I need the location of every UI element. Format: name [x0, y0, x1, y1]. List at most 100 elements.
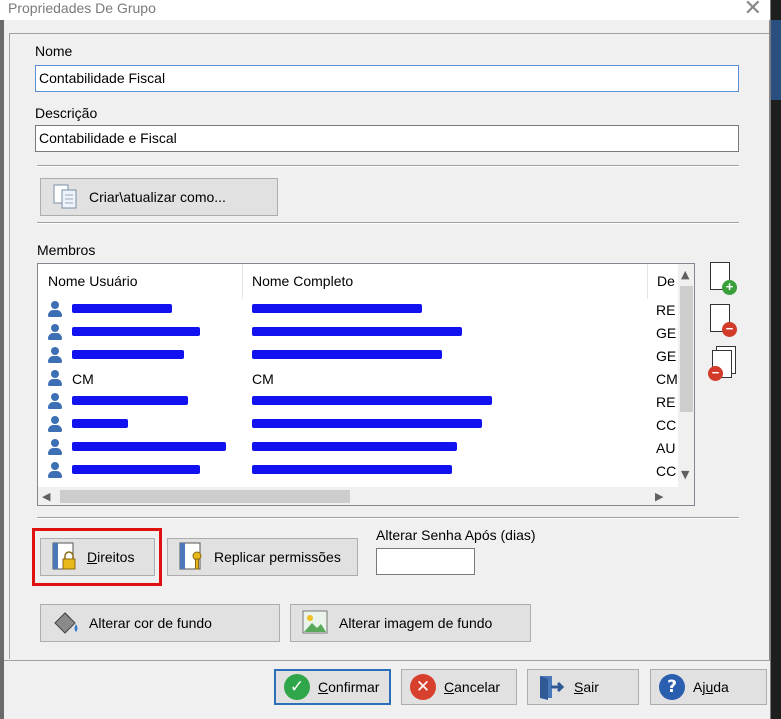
user-icon	[48, 462, 62, 479]
scroll-left-icon[interactable]: ◀	[42, 490, 50, 503]
ajuda-label: Ajuda	[693, 679, 729, 695]
replicar-permissoes-label: Replicar permissões	[214, 549, 341, 565]
vertical-scroll-thumb[interactable]	[680, 286, 693, 412]
add-member-button[interactable]: +	[708, 262, 740, 298]
membros-label: Membros	[37, 242, 96, 258]
remove-all-members-icon: −	[708, 346, 740, 382]
separator	[37, 517, 739, 519]
cancelar-button[interactable]: ✕ Cancelar	[401, 669, 517, 705]
member-department: RE	[656, 302, 676, 318]
window-title: Propriedades De Grupo	[8, 0, 156, 16]
user-icon	[48, 393, 62, 410]
user-icon	[48, 439, 62, 456]
help-icon: ?	[659, 674, 685, 700]
redaction-mark	[252, 465, 452, 474]
alterar-cor-button[interactable]: Alterar cor de fundo	[40, 604, 280, 642]
ajuda-button[interactable]: ? Ajuda	[650, 669, 767, 705]
alterar-senha-field[interactable]	[376, 548, 475, 575]
member-row[interactable]: RE	[38, 299, 678, 322]
remove-member-button[interactable]: −	[708, 304, 740, 340]
scroll-down-icon[interactable]: ▼	[681, 468, 689, 481]
member-row[interactable]: GE	[38, 345, 678, 368]
cancel-icon: ✕	[410, 674, 436, 700]
create-update-as-button[interactable]: Criar\atualizar como...	[40, 178, 278, 216]
member-row[interactable]: CC	[38, 460, 678, 483]
image-icon	[301, 609, 331, 637]
member-department: CC	[656, 417, 677, 433]
redaction-mark	[72, 465, 200, 474]
member-row[interactable]: AU	[38, 437, 678, 460]
separator	[37, 165, 739, 167]
member-department: GE	[656, 325, 677, 341]
sair-label: Sair	[574, 679, 599, 695]
user-icon	[48, 324, 62, 341]
confirmar-button[interactable]: ✓ Confirmar	[274, 669, 391, 705]
column-header-department[interactable]: De	[647, 264, 678, 299]
scroll-up-icon[interactable]: ▲	[681, 268, 689, 281]
direitos-label: Direitos	[87, 549, 135, 565]
remove-all-members-button[interactable]: −	[708, 346, 740, 382]
paint-bucket-icon	[51, 609, 81, 637]
background-window-strip	[771, 0, 781, 719]
redaction-mark	[72, 442, 226, 451]
member-department: RE	[656, 394, 676, 410]
redaction-mark	[72, 350, 184, 359]
alterar-senha-label: Alterar Senha Após (dias)	[376, 527, 536, 543]
redaction-mark	[252, 350, 442, 359]
alterar-imagem-button[interactable]: Alterar imagem de fundo	[290, 604, 531, 642]
redaction-mark	[252, 304, 422, 313]
replicar-permissoes-button[interactable]: Replicar permissões	[167, 538, 358, 576]
redaction-mark	[252, 396, 492, 405]
alterar-imagem-label: Alterar imagem de fundo	[339, 615, 493, 631]
nome-field[interactable]: Contabilidade Fiscal	[35, 65, 739, 92]
redaction-mark	[72, 396, 188, 405]
sair-button[interactable]: Sair	[527, 669, 639, 705]
separator	[37, 222, 739, 224]
redaction-mark	[252, 327, 462, 336]
cancelar-label: Cancelar	[444, 679, 501, 695]
member-fullname: CM	[252, 371, 274, 387]
member-row[interactable]: CM CM CM	[38, 368, 678, 391]
member-department: CC	[656, 463, 677, 479]
lock-document-icon	[51, 542, 79, 572]
create-update-label: Criar\atualizar como...	[89, 189, 226, 205]
redaction-mark	[72, 419, 128, 428]
nome-label: Nome	[35, 43, 73, 59]
close-icon[interactable]: ✕	[744, 0, 762, 21]
member-department: CM	[656, 371, 678, 387]
titlebar: Propriedades De Grupo ✕	[0, 0, 770, 21]
member-row[interactable]: CC	[38, 414, 678, 437]
user-icon	[48, 416, 62, 433]
descricao-label: Descrição	[35, 105, 98, 121]
scroll-right-icon[interactable]: ▶	[655, 490, 663, 503]
exit-door-icon	[536, 673, 566, 701]
group-properties-window: Propriedades De Grupo ✕ Nome Contabilida…	[0, 0, 770, 719]
horizontal-scroll-thumb[interactable]	[60, 490, 350, 503]
member-department: GE	[656, 348, 677, 364]
confirmar-label: Confirmar	[318, 679, 380, 695]
add-member-icon: +	[708, 262, 740, 298]
member-row[interactable]: GE	[38, 322, 678, 345]
user-icon	[48, 370, 62, 387]
member-row[interactable]: RE	[38, 391, 678, 414]
vertical-scrollbar[interactable]: ▲ ▼	[678, 264, 694, 487]
key-document-icon	[178, 542, 206, 572]
column-header-username[interactable]: Nome Usuário	[38, 264, 242, 299]
user-icon	[48, 347, 62, 364]
dialog-button-bar: ✓ Confirmar ✕ Cancelar Sair ? Ajuda	[0, 660, 770, 719]
copy-document-icon	[51, 183, 81, 211]
direitos-button[interactable]: Direitos	[40, 538, 155, 576]
alterar-cor-label: Alterar cor de fundo	[89, 615, 212, 631]
remove-member-icon: −	[708, 304, 740, 340]
member-department: AU	[656, 440, 676, 456]
members-list[interactable]: Nome Usuário Nome Completo De RE GE GE CM CM…	[37, 263, 695, 506]
redaction-mark	[72, 304, 172, 313]
user-icon	[48, 301, 62, 318]
descricao-field[interactable]: Contabilidade e Fiscal	[35, 125, 739, 152]
column-header-fullname[interactable]: Nome Completo	[242, 264, 647, 299]
redaction-mark	[252, 419, 482, 428]
member-username: CM	[72, 371, 94, 387]
check-icon: ✓	[284, 674, 310, 700]
background-window-edge	[0, 20, 4, 719]
horizontal-scrollbar[interactable]: ◀ ▶	[38, 487, 694, 505]
